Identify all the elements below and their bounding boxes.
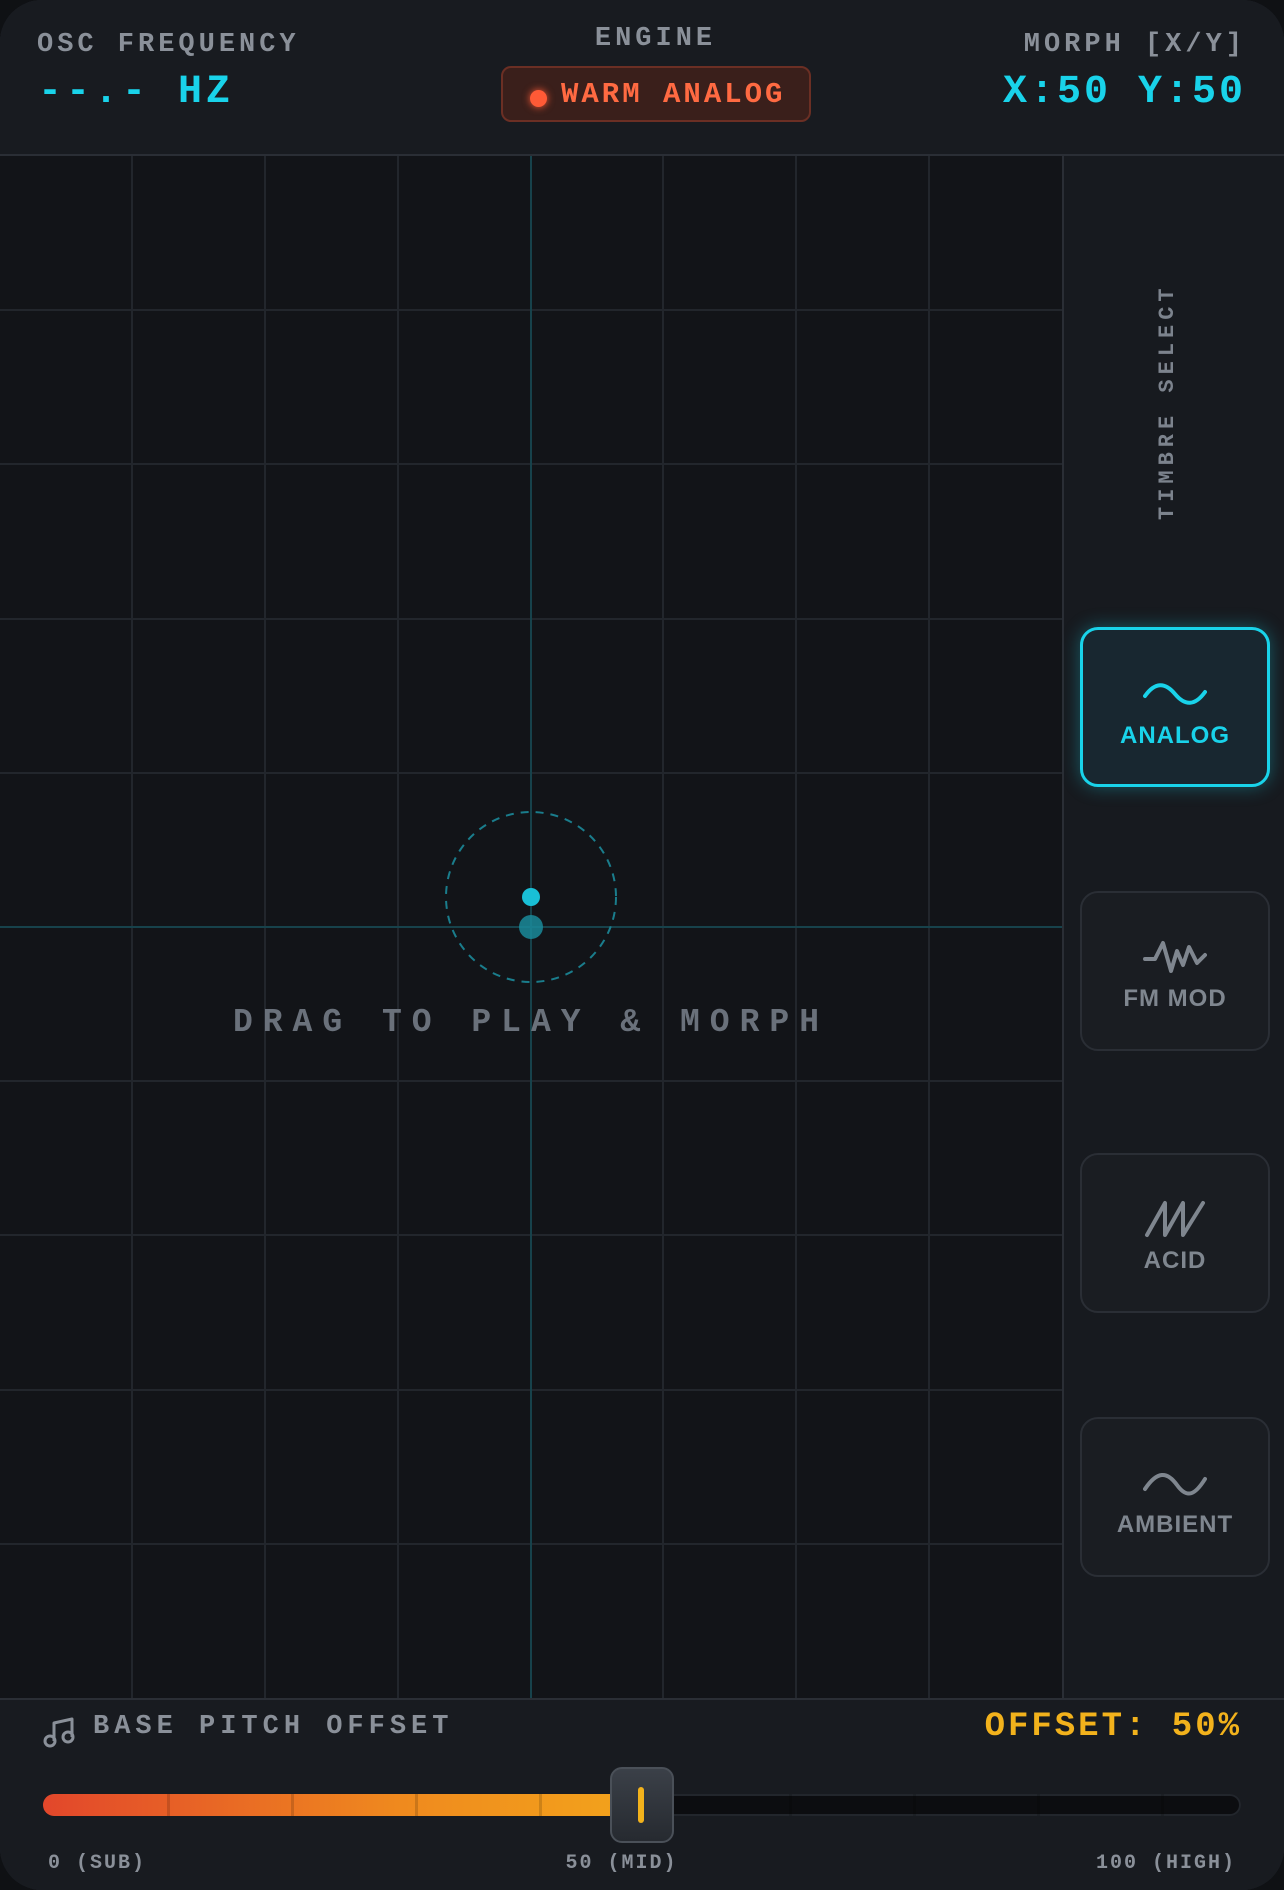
timbre-button-acid[interactable]: ACID (1080, 1153, 1270, 1313)
timbre-button-analog[interactable]: ANALOG (1080, 627, 1270, 787)
slider-tick (1037, 1794, 1040, 1816)
slider-tick (789, 1794, 792, 1816)
timbre-label: FM MOD (1123, 985, 1227, 1012)
timbre-label: ACID (1143, 1247, 1207, 1274)
slider-tick (415, 1794, 418, 1816)
scale-max-label: 100 (HIGH) (1095, 1852, 1236, 1875)
timbre-label: ANALOG (1120, 722, 1230, 749)
fm-wave-icon (1143, 941, 1207, 973)
cursor-center (519, 915, 543, 939)
pitch-slider-thumb[interactable] (610, 1767, 674, 1843)
synth-panel: OSC FREQUENCY --.- HZ ENGINE WARM ANALOG… (0, 0, 1284, 1890)
soft-wave-icon (1143, 1473, 1207, 1496)
freq-readout: --.- HZ (38, 70, 235, 115)
morph-readout: X:50 Y:50 (1002, 70, 1246, 115)
xy-morph-pad[interactable]: DRAG TO PLAY & MORPH (0, 156, 1062, 1698)
engine-status-dot (530, 90, 547, 107)
header-bar: OSC FREQUENCY --.- HZ ENGINE WARM ANALOG… (0, 0, 1284, 156)
cursor-dot (522, 888, 540, 906)
morph-label: MORPH [X/Y] (1023, 30, 1246, 60)
pitch-slider-fill (43, 1794, 642, 1816)
sawtooth-wave-icon (1145, 1201, 1205, 1237)
sine-wave-icon (1143, 683, 1207, 705)
scale-mid-label: 50 (MID) (565, 1852, 678, 1875)
pad-hint: DRAG TO PLAY & MORPH (232, 1004, 830, 1041)
music-note-icon (43, 1717, 75, 1748)
timbre-button-fm-mod[interactable]: FM MOD (1080, 891, 1270, 1051)
engine-select-button[interactable]: WARM ANALOG (501, 66, 811, 122)
engine-value: WARM ANALOG (561, 78, 786, 111)
slider-tick (913, 1794, 916, 1816)
slider-tick (1161, 1794, 1164, 1816)
timbre-select-label: TIMBRE SELECT (1155, 283, 1180, 520)
offset-readout: OFFSET: 50% (984, 1708, 1242, 1746)
timbre-label: AMBIENT (1116, 1511, 1234, 1538)
pad-grid (0, 156, 1062, 1698)
timbre-button-ambient[interactable]: AMBIENT (1080, 1417, 1270, 1577)
base-pitch-label: BASE PITCH OFFSET (93, 1712, 454, 1742)
slider-tick (167, 1794, 170, 1816)
slider-tick (291, 1794, 294, 1816)
slider-tick (539, 1794, 542, 1816)
